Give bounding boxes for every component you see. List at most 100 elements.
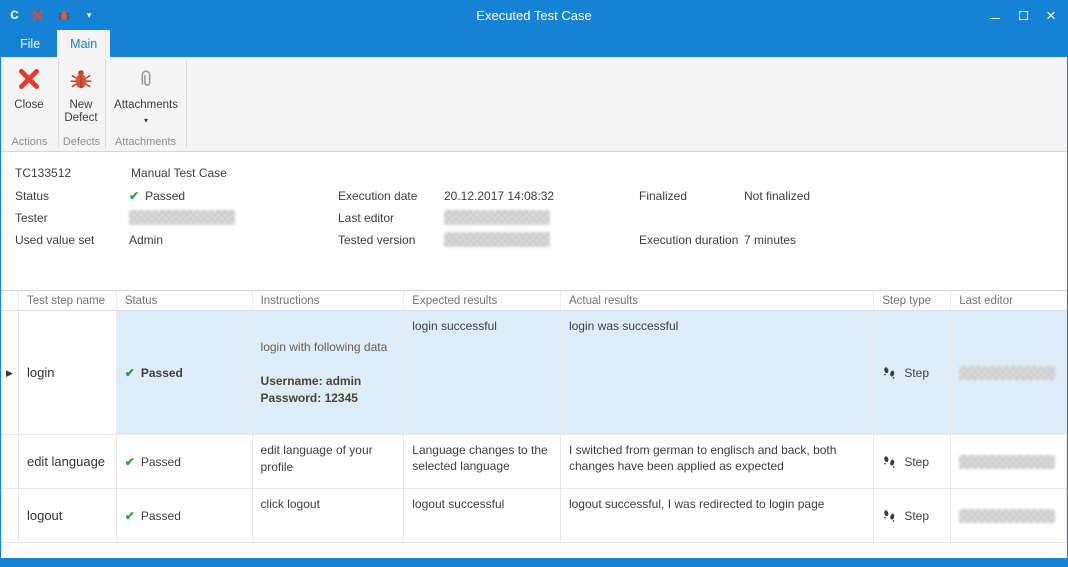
qat-close-x-icon[interactable]	[31, 8, 45, 22]
status-text: Passed	[141, 508, 181, 524]
close-button-label: Close	[14, 99, 43, 112]
cell-expected-results[interactable]: logout successful	[404, 489, 561, 543]
minimize-icon	[990, 18, 1000, 19]
execution-duration-label: Execution duration	[639, 233, 738, 247]
last-editor-value-redacted	[444, 210, 550, 225]
cell-last-editor[interactable]	[951, 435, 1067, 489]
status-text: Passed	[141, 365, 183, 381]
table-header: Test step nameStatusInstructionsExpected…	[1, 290, 1067, 311]
cell-actual-results[interactable]: login was successful	[561, 311, 874, 435]
tested-version-label: Tested version	[338, 233, 415, 247]
tab-main[interactable]: Main	[57, 30, 110, 57]
cell-step-type[interactable]: Step	[874, 311, 951, 435]
attachments-dropdown-chevron-icon: ▾	[144, 114, 148, 127]
tab-file[interactable]: File	[7, 30, 53, 57]
instruction-line: edit language of your profile	[261, 442, 396, 476]
ribbon: Close New Defect Attachments ▾ Actions D…	[1, 57, 1067, 152]
column-header-test-step-name[interactable]: Test step name	[19, 291, 117, 310]
ribbon-group-defects-label: Defects	[58, 136, 105, 148]
test-case-type: Manual Test Case	[131, 166, 227, 180]
status-text: Passed	[141, 454, 181, 470]
finalized-label: Finalized	[639, 189, 687, 203]
table-body: ▶login ✔ Passed login with following data U…	[1, 311, 1067, 543]
close-x-icon	[16, 62, 42, 96]
attachments-button[interactable]: Attachments ▾	[107, 62, 185, 127]
ribbon-tab-row: File Main	[1, 30, 1067, 57]
ribbon-group-separator	[58, 60, 59, 148]
tested-version-value-redacted	[444, 232, 550, 247]
column-header-step-type[interactable]: Step type	[874, 291, 951, 310]
window-title: Executed Test Case	[1, 8, 1067, 23]
cell-test-step-name[interactable]: login	[19, 311, 117, 435]
maximize-button[interactable]	[1009, 0, 1037, 30]
close-ribbon-button[interactable]: Close	[5, 62, 53, 112]
maximize-icon	[1019, 11, 1028, 20]
footprints-icon	[882, 365, 897, 380]
test-case-id: TC133512	[15, 166, 71, 180]
passed-check-icon: ✔	[125, 508, 135, 524]
execution-date-value: 20.12.2017 14:08:32	[444, 189, 554, 203]
column-header-instructions[interactable]: Instructions	[253, 291, 405, 310]
row-selector-gutter	[1, 489, 19, 543]
ribbon-group-actions-label: Actions	[1, 136, 58, 148]
passed-check-icon: ✔	[125, 365, 135, 381]
column-header-status[interactable]: Status	[117, 291, 253, 310]
tester-label: Tester	[15, 211, 48, 225]
cell-instructions[interactable]: edit language of your profile	[253, 435, 405, 489]
step-type-label: Step	[904, 365, 929, 381]
cell-step-type[interactable]: Step	[874, 435, 951, 489]
ribbon-group-separator	[105, 60, 106, 148]
new-defect-button-label: New Defect	[59, 99, 103, 125]
passed-check-icon: ✔	[125, 454, 135, 470]
footprints-icon	[882, 454, 897, 469]
tester-value-redacted	[129, 210, 235, 225]
column-header-actual-results[interactable]: Actual results	[561, 291, 874, 310]
app-logo-icon: c	[10, 7, 19, 23]
cell-instructions[interactable]: click logout	[253, 489, 405, 543]
test-steps-table: Test step nameStatusInstructionsExpected…	[1, 290, 1067, 543]
new-defect-button[interactable]: New Defect	[59, 62, 103, 125]
window-controls: ×	[981, 0, 1065, 30]
last-editor-redacted	[959, 455, 1055, 469]
row-selector-gutter	[1, 435, 19, 489]
qat-dropdown-chevron-icon[interactable]: ▾	[87, 10, 92, 21]
cell-last-editor[interactable]	[951, 489, 1067, 543]
close-window-button[interactable]: ×	[1037, 0, 1065, 30]
window-bottom-edge	[1, 558, 1067, 567]
table-row-logout[interactable]: logout✔Passedclick logoutlogout successf…	[1, 489, 1067, 543]
row-selector-gutter: ▶	[1, 311, 19, 435]
used-value-set-value: Admin	[129, 233, 163, 247]
bug-icon	[68, 62, 94, 96]
cell-expected-results[interactable]: Language changes to the selected languag…	[404, 435, 561, 489]
cell-actual-results[interactable]: I switched from german to englisch and b…	[561, 435, 874, 489]
table-row-login[interactable]: ▶login ✔ Passed login with following data U…	[1, 311, 1067, 435]
qat-bug-icon[interactable]	[57, 8, 71, 22]
cell-test-step-name[interactable]: edit language	[19, 435, 117, 489]
cell-step-type[interactable]: Step	[874, 489, 951, 543]
cell-test-step-name[interactable]: logout	[19, 489, 117, 543]
cell-status[interactable]: ✔ Passed	[117, 489, 253, 543]
cell-expected-results[interactable]: login successful	[404, 311, 561, 435]
step-type-label: Step	[904, 454, 929, 470]
status-label: Status	[15, 189, 49, 203]
cell-actual-results[interactable]: logout successful, I was redirected to l…	[561, 489, 874, 543]
column-header-last-editor[interactable]: Last editor	[951, 291, 1067, 310]
executed-test-case-window: c ▾ Executed Test Case × File Main Close	[0, 0, 1068, 567]
instruction-line: Password: 12345	[261, 390, 358, 407]
paperclip-icon	[135, 62, 157, 96]
minimize-button[interactable]	[981, 0, 1009, 30]
last-editor-redacted	[959, 509, 1055, 523]
title-bar: c ▾ Executed Test Case ×	[1, 0, 1067, 30]
instruction-line: Username: admin	[261, 373, 362, 390]
last-editor-redacted	[959, 366, 1055, 380]
column-header-expected-results[interactable]: Expected results	[404, 291, 561, 310]
execution-date-label: Execution date	[338, 189, 417, 203]
cell-instructions[interactable]: login with following data Username: admi…	[253, 311, 405, 435]
cell-status[interactable]: ✔ Passed	[117, 311, 253, 435]
ribbon-group-attachments-label: Attachments	[105, 136, 186, 148]
table-row-edit-language[interactable]: edit language ✔ Passed edit language of you…	[1, 435, 1067, 489]
used-value-set-label: Used value set	[15, 233, 94, 247]
instruction-line	[261, 356, 264, 373]
cell-status[interactable]: ✔ Passed	[117, 435, 253, 489]
cell-last-editor[interactable]	[951, 311, 1067, 435]
